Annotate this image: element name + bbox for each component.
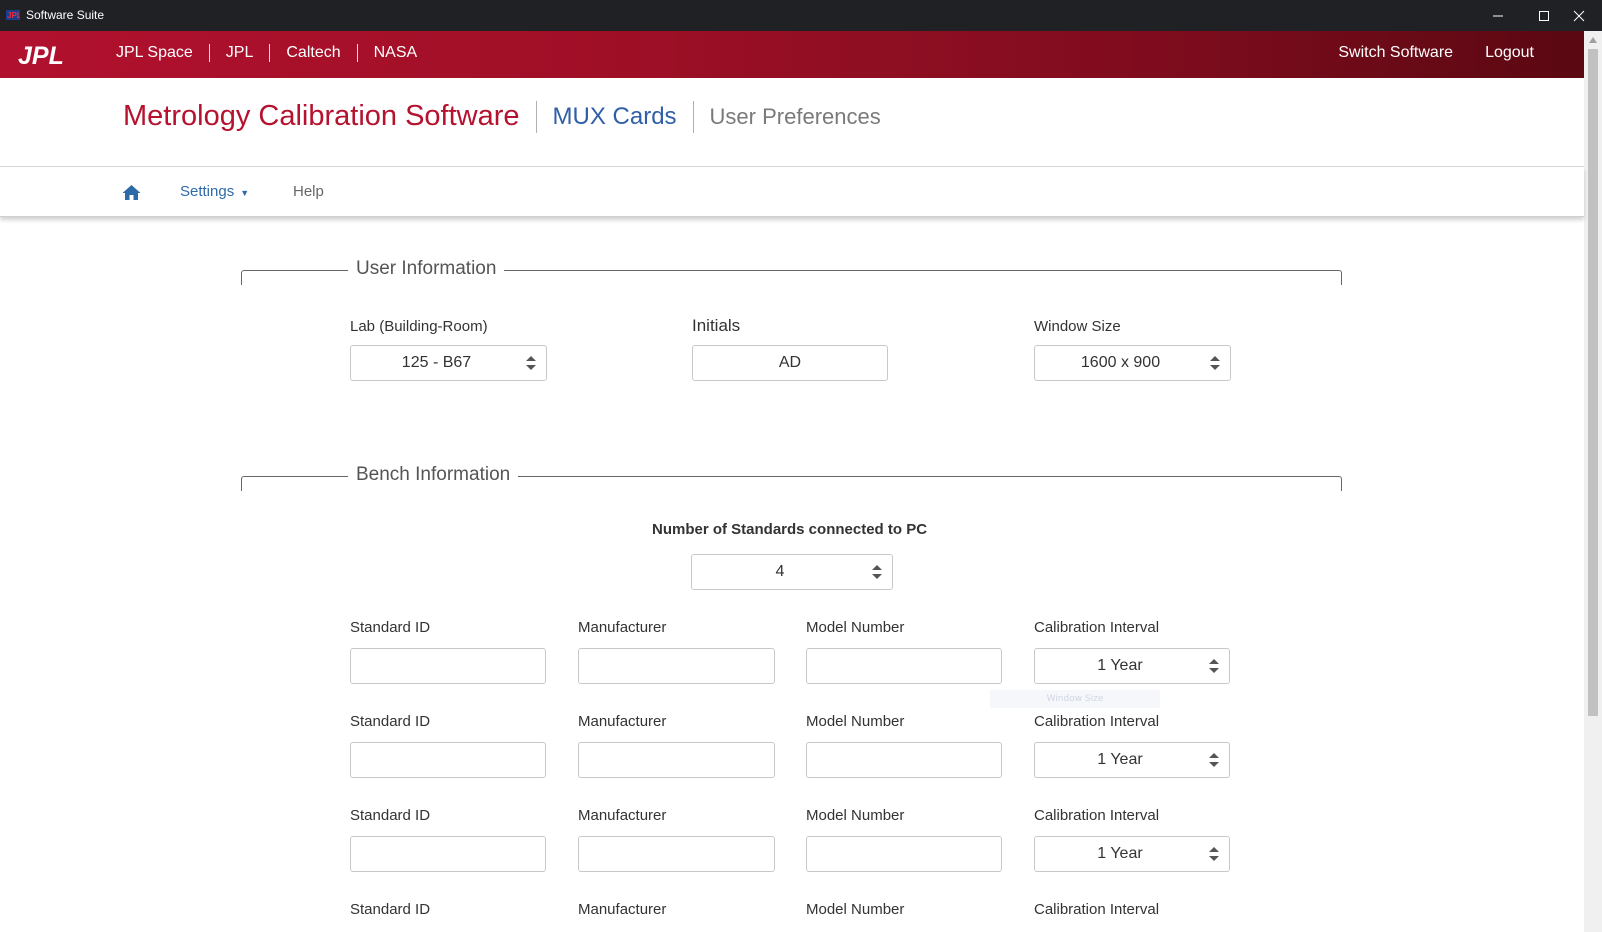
calibration-interval-value: 1 Year <box>1097 751 1143 768</box>
spinner-arrows-icon <box>872 565 882 579</box>
jpl-header: JPL JPL Space JPL Caltech NASA Switch So… <box>0 31 1584 78</box>
manufacturer-field[interactable] <box>578 742 775 778</box>
model-number-field[interactable] <box>806 742 1002 778</box>
num-standards-label: Number of Standards connected to PC <box>652 521 928 538</box>
standard-id-label: Standard ID <box>350 713 431 730</box>
page-subtitle: User Preferences <box>709 103 881 129</box>
logout-link[interactable]: Logout <box>1485 44 1534 62</box>
standard-id-field[interactable] <box>350 836 546 872</box>
help-link[interactable]: Help <box>293 183 324 200</box>
window-size-select[interactable]: 1600 x 900 <box>1034 345 1231 381</box>
manufacturer-field[interactable] <box>578 648 775 684</box>
calibration-interval-select[interactable]: 1 Year <box>1034 648 1230 684</box>
switch-software-link[interactable]: Switch Software <box>1338 44 1453 62</box>
manufacturer-label: Manufacturer <box>578 807 667 824</box>
spinner-arrows-icon <box>1209 847 1219 861</box>
spinner-arrows-icon <box>526 356 536 370</box>
window-size-value: 1600 x 900 <box>1080 354 1161 371</box>
calibration-interval-label: Calibration Interval <box>1034 901 1160 918</box>
manufacturer-label: Manufacturer <box>578 713 667 730</box>
app-title: Metrology Calibration Software <box>123 100 520 132</box>
divider <box>356 44 358 62</box>
standard-id-label: Standard ID <box>350 619 431 636</box>
minimize-icon <box>1493 15 1503 17</box>
lab-select[interactable]: 125 - B67 <box>350 345 547 381</box>
svg-text:JPL: JPL <box>18 43 64 67</box>
app-icon: JPL <box>6 10 20 20</box>
scroll-up-icon[interactable] <box>1589 37 1597 43</box>
model-number-field[interactable] <box>806 836 1002 872</box>
standard-id-label: Standard ID <box>350 901 431 918</box>
settings-label: Settings <box>180 183 235 200</box>
close-icon <box>1573 10 1585 22</box>
divider <box>692 100 694 133</box>
settings-menu[interactable]: Settings ▼ <box>180 183 249 200</box>
calibration-interval-select[interactable]: 1 Year <box>1034 742 1230 778</box>
vertical-scrollbar[interactable] <box>1584 31 1602 932</box>
model-number-label: Model Number <box>806 713 905 730</box>
jpl-logo[interactable]: JPL <box>18 43 86 67</box>
model-number-label: Model Number <box>806 901 905 918</box>
spinner-arrows-icon <box>1209 659 1219 673</box>
calibration-interval-label: Calibration Interval <box>1034 713 1160 730</box>
scroll-thumb[interactable] <box>1588 49 1598 716</box>
model-number-label: Model Number <box>806 619 905 636</box>
num-standards-select[interactable]: 4 <box>691 554 893 590</box>
bench-info-legend: Bench Information <box>348 464 519 486</box>
lab-value: 125 - B67 <box>401 354 472 371</box>
calibration-interval-value: 1 Year <box>1097 845 1143 862</box>
model-number-label: Model Number <box>806 807 905 824</box>
link-jpl-space[interactable]: JPL Space <box>116 44 193 62</box>
close-button[interactable] <box>1556 0 1602 31</box>
link-jpl[interactable]: JPL <box>226 44 254 62</box>
lab-label: Lab (Building-Room) <box>350 318 488 335</box>
caret-down-icon: ▼ <box>240 188 250 198</box>
standard-id-field[interactable] <box>350 648 546 684</box>
calibration-interval-value: 1 Year <box>1097 657 1143 674</box>
calibration-interval-select[interactable]: 1 Year <box>1034 836 1230 872</box>
num-standards-value: 4 <box>775 563 785 580</box>
link-caltech[interactable]: Caltech <box>286 44 340 62</box>
window-titlebar: JPL Software Suite <box>0 0 1602 31</box>
page-heading: Metrology Calibration Software MUX Cards… <box>123 100 881 133</box>
spinner-arrows-icon <box>1210 356 1220 370</box>
divider <box>535 100 537 133</box>
initials-label: Initials <box>692 316 741 335</box>
minimize-button[interactable] <box>1475 0 1521 31</box>
model-number-field[interactable] <box>806 648 1002 684</box>
manufacturer-field[interactable] <box>578 836 775 872</box>
spinner-arrows-icon <box>1209 753 1219 767</box>
nav-bar: Settings ▼ Help <box>0 167 1584 217</box>
mux-cards-link[interactable]: MUX Cards <box>553 103 677 131</box>
maximize-icon <box>1539 11 1549 21</box>
calibration-interval-label: Calibration Interval <box>1034 807 1160 824</box>
divider <box>208 44 210 62</box>
manufacturer-label: Manufacturer <box>578 901 667 918</box>
manufacturer-label: Manufacturer <box>578 619 667 636</box>
standard-id-label: Standard ID <box>350 807 431 824</box>
calibration-interval-label: Calibration Interval <box>1034 619 1160 636</box>
link-nasa[interactable]: NASA <box>374 44 418 62</box>
window-size-label: Window Size <box>1034 318 1121 335</box>
tooltip-ghost: Window Size <box>990 690 1160 708</box>
user-info-legend: User Information <box>348 258 505 280</box>
window-title: Software Suite <box>26 8 105 22</box>
initials-value: AD <box>778 354 802 371</box>
svg-text:JPL: JPL <box>7 11 20 20</box>
initials-field[interactable]: AD <box>692 345 888 381</box>
divider <box>269 44 271 62</box>
standard-id-field[interactable] <box>350 742 546 778</box>
home-icon[interactable] <box>122 184 141 201</box>
